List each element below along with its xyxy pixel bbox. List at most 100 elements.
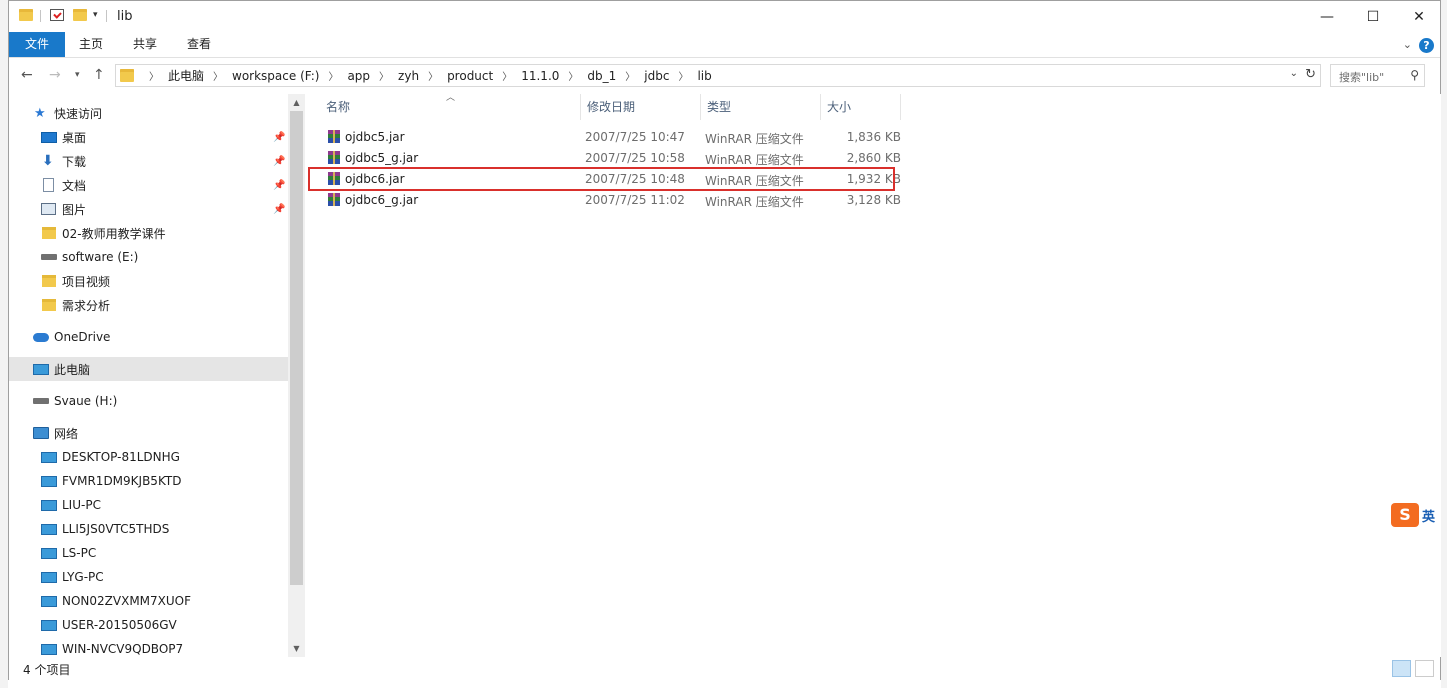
nav-label: software (E:) xyxy=(62,250,139,264)
maximize-button[interactable]: ☐ xyxy=(1350,1,1396,32)
column-header-date[interactable]: 修改日期 xyxy=(587,94,635,120)
new-folder-icon[interactable] xyxy=(73,9,87,21)
nav-scrollbar[interactable]: ▲ ▼ xyxy=(288,94,305,657)
breadcrumb-item[interactable]: 此电脑 xyxy=(168,67,204,84)
desktop-icon xyxy=(41,131,57,143)
file-name: ojdbc5_g.jar xyxy=(345,151,419,165)
column-header-name[interactable]: 名称 xyxy=(326,94,350,120)
breadcrumb-separator-icon[interactable]: 〉 xyxy=(428,68,438,83)
breadcrumb-item[interactable]: zyh xyxy=(398,69,419,83)
pin-icon[interactable]: 📌 xyxy=(273,132,285,143)
column-divider[interactable] xyxy=(900,94,901,120)
customize-toolbar-icon[interactable]: ▾ xyxy=(93,10,98,20)
recent-locations-icon[interactable]: ▾ xyxy=(75,70,80,80)
column-header-size[interactable]: 大小 xyxy=(827,94,851,120)
column-divider[interactable] xyxy=(820,94,821,120)
nav-network-computer[interactable]: LYG-PC xyxy=(9,565,288,589)
scroll-up-icon[interactable]: ▲ xyxy=(288,94,305,111)
minimize-button[interactable]: — xyxy=(1304,1,1350,32)
file-row[interactable]: ojdbc6_g.jar 2007/7/25 11:02 WinRAR 压缩文件… xyxy=(316,190,906,211)
large-icons-view-icon[interactable] xyxy=(1415,660,1434,677)
tab-share[interactable]: 共享 xyxy=(119,32,171,57)
computer-icon xyxy=(41,619,57,631)
nav-network[interactable]: 网络 xyxy=(9,421,288,445)
folder-icon[interactable] xyxy=(19,9,33,21)
pin-icon[interactable]: 📌 xyxy=(273,204,285,215)
address-bar[interactable]: 〉 此电脑 〉 workspace (F:) 〉 app 〉 zyh 〉 pro… xyxy=(115,64,1321,87)
highlight-box xyxy=(308,167,895,191)
breadcrumb-separator-icon[interactable]: 〉 xyxy=(502,68,512,83)
nav-label: Svaue (H:) xyxy=(54,394,118,408)
nav-item-pictures[interactable]: 图片 📌 xyxy=(9,197,288,221)
column-header-type[interactable]: 类型 xyxy=(707,94,731,120)
nav-network-computer[interactable]: LS-PC xyxy=(9,541,288,565)
up-arrow-icon[interactable]: ↑ xyxy=(93,67,105,83)
breadcrumb-separator-icon[interactable]: 〉 xyxy=(625,68,635,83)
nav-item-desktop[interactable]: 桌面 📌 xyxy=(9,125,288,149)
nav-item-folder[interactable]: 需求分析 xyxy=(9,293,288,317)
nav-network-computer[interactable]: DESKTOP-81LDNHG xyxy=(9,445,288,469)
tab-file[interactable]: 文件 xyxy=(9,32,65,57)
breadcrumb-separator-icon[interactable]: 〉 xyxy=(213,68,223,83)
address-history-chevron-icon[interactable]: ⌄ xyxy=(1290,68,1298,79)
file-row[interactable]: ojdbc5_g.jar 2007/7/25 10:58 WinRAR 压缩文件… xyxy=(316,148,906,169)
nav-item-downloads[interactable]: ⬇ 下载 📌 xyxy=(9,149,288,173)
nav-drive-h[interactable]: Svaue (H:) xyxy=(9,389,288,413)
ime-indicator[interactable]: S 英 xyxy=(1391,503,1447,527)
refresh-icon[interactable]: ↻ xyxy=(1305,67,1316,82)
breadcrumb-item[interactable]: 11.1.0 xyxy=(521,69,559,83)
scroll-down-icon[interactable]: ▼ xyxy=(288,640,305,657)
breadcrumb-separator-icon[interactable]: 〉 xyxy=(678,68,688,83)
breadcrumb-item[interactable]: workspace (F:) xyxy=(232,69,319,83)
nav-onedrive[interactable]: OneDrive xyxy=(9,325,288,349)
breadcrumb-item[interactable]: lib xyxy=(697,69,711,83)
search-icon[interactable]: ⚲ xyxy=(1410,68,1419,82)
computer-icon xyxy=(41,571,57,583)
search-input[interactable]: 搜索"lib" ⚲ xyxy=(1330,64,1425,87)
nav-label: LYG-PC xyxy=(62,570,104,584)
breadcrumb-item[interactable]: product xyxy=(447,69,493,83)
file-row[interactable]: ojdbc5.jar 2007/7/25 10:47 WinRAR 压缩文件 1… xyxy=(316,127,906,148)
pin-icon[interactable]: 📌 xyxy=(273,180,285,191)
back-arrow-icon[interactable]: ← xyxy=(21,67,33,83)
tab-home[interactable]: 主页 xyxy=(65,32,117,57)
nav-this-pc[interactable]: 此电脑 xyxy=(9,357,288,381)
column-divider[interactable] xyxy=(580,94,581,120)
background-right-edge xyxy=(1441,0,1447,688)
expand-ribbon-icon[interactable]: ⌄ xyxy=(1403,38,1412,51)
forward-arrow-icon[interactable]: → xyxy=(49,67,61,83)
nav-quick-access[interactable]: ★ 快速访问 xyxy=(9,101,288,125)
breadcrumb-separator-icon[interactable]: 〉 xyxy=(149,68,159,83)
nav-label: LIU-PC xyxy=(62,498,101,512)
nav-label: LLI5JS0VTC5THDS xyxy=(62,522,170,536)
pin-icon[interactable]: 📌 xyxy=(273,156,285,167)
breadcrumb-separator-icon[interactable]: 〉 xyxy=(328,68,338,83)
nav-item-folder[interactable]: 项目视频 xyxy=(9,269,288,293)
scrollbar-thumb[interactable] xyxy=(290,111,303,585)
breadcrumb-item[interactable]: jdbc xyxy=(644,69,669,83)
help-icon[interactable]: ? xyxy=(1419,38,1434,53)
download-arrow-icon: ⬇ xyxy=(42,153,54,169)
properties-icon[interactable] xyxy=(50,9,64,21)
nav-network-computer[interactable]: USER-20150506GV xyxy=(9,613,288,637)
nav-network-computer[interactable]: LLI5JS0VTC5THDS xyxy=(9,517,288,541)
close-button[interactable]: ✕ xyxy=(1396,1,1442,32)
nav-network-computer[interactable]: WIN-NVCV9QDBOP7 xyxy=(9,637,288,657)
drive-icon xyxy=(33,398,49,404)
tab-view[interactable]: 查看 xyxy=(173,32,225,57)
nav-network-computer[interactable]: NON02ZVXMM7XUOF xyxy=(9,589,288,613)
breadcrumb-item[interactable]: db_1 xyxy=(587,69,616,83)
nav-network-computer[interactable]: FVMR1DM9KJB5KTD xyxy=(9,469,288,493)
breadcrumb-separator-icon[interactable]: 〉 xyxy=(379,68,389,83)
details-view-icon[interactable] xyxy=(1392,660,1411,677)
nav-item-folder[interactable]: 02-教师用教学课件 xyxy=(9,221,288,245)
nav-network-computer[interactable]: LIU-PC xyxy=(9,493,288,517)
nav-label: 桌面 xyxy=(62,130,87,145)
breadcrumb-item[interactable]: app xyxy=(347,69,370,83)
column-divider[interactable] xyxy=(700,94,701,120)
nav-item-drive-e[interactable]: software (E:) xyxy=(9,245,288,269)
nav-item-documents[interactable]: 文档 📌 xyxy=(9,173,288,197)
file-date: 2007/7/25 11:02 xyxy=(585,193,685,207)
breadcrumb-separator-icon[interactable]: 〉 xyxy=(568,68,578,83)
item-count: 4 个项目 xyxy=(23,663,71,677)
